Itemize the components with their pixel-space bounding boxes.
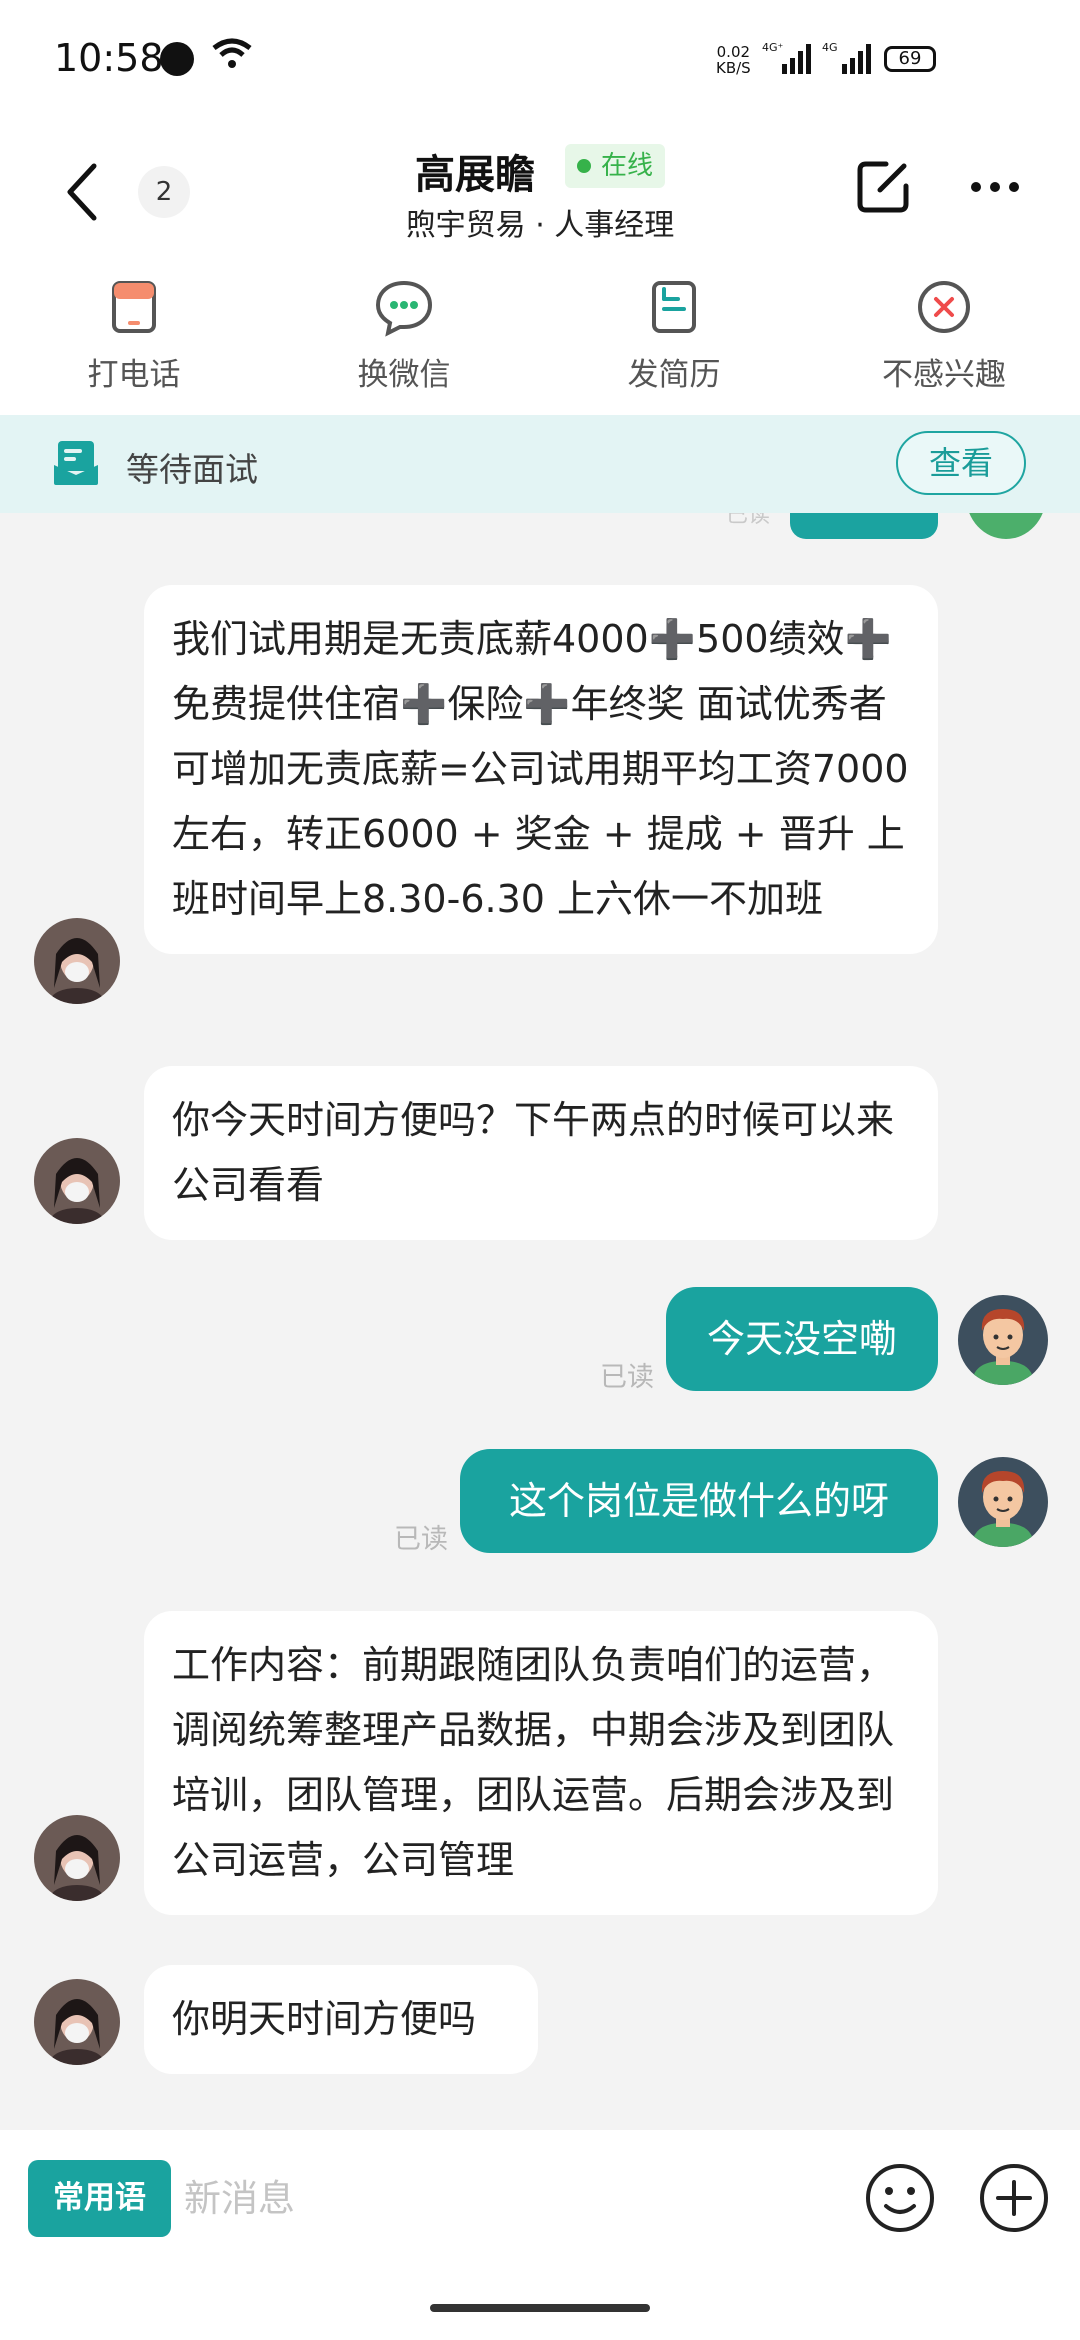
signal-sim1-icon: 4G⁺ xyxy=(762,41,811,74)
my-avatar-icon xyxy=(958,1295,1048,1385)
online-status-label: 在线 xyxy=(601,151,654,181)
recruiter-avatar[interactable] xyxy=(34,918,120,1004)
home-indicator[interactable] xyxy=(430,2304,650,2312)
network-speed: 0.02 KB/S xyxy=(716,44,751,76)
contact-name: 高展瞻 xyxy=(415,152,535,198)
sim2-label: 4G xyxy=(822,41,838,54)
call-action[interactable]: 打电话 xyxy=(34,277,234,407)
read-status: 已读 xyxy=(600,1362,654,1393)
my-avatar[interactable] xyxy=(958,1457,1048,1547)
recruiter-avatar-icon xyxy=(34,1138,120,1224)
action-bar: 打电话 换微信 发简历 不感兴趣 xyxy=(0,265,1080,415)
not-interested-label: 不感兴趣 xyxy=(882,357,1006,393)
my-avatar-icon xyxy=(958,1457,1048,1547)
my-avatar[interactable] xyxy=(958,1295,1048,1385)
resume-icon xyxy=(652,281,696,333)
wifi-icon xyxy=(212,38,252,68)
message-bubble-received[interactable]: 你明天时间方便吗 xyxy=(144,1965,538,2074)
battery-level: 69 xyxy=(898,48,922,69)
navigation-area xyxy=(0,2270,1080,2340)
online-status-badge: 在线 xyxy=(565,144,666,188)
interview-status-banner: 等待面试 查看 xyxy=(0,415,1080,513)
battery-icon: 69 xyxy=(884,46,936,72)
signal-sim2-icon: 4G xyxy=(822,41,871,74)
recruiter-avatar-icon xyxy=(34,918,120,1004)
message-bubble-sent[interactable]: 今天没空嘞 xyxy=(666,1287,938,1391)
not-interested-action[interactable]: 不感兴趣 xyxy=(844,277,1044,407)
message-bubble-received[interactable]: 你今天时间方便吗？下午两点的时候可以来公司看看 xyxy=(144,1066,938,1240)
wechat-icon xyxy=(375,280,433,337)
my-avatar-partial[interactable] xyxy=(966,513,1046,539)
message-bubble-received[interactable]: 我们试用期是无责底薪4000➕500绩效➕免费提供住宿➕保险➕年终奖 面试优秀者… xyxy=(144,585,938,954)
more-options-icon[interactable] xyxy=(970,180,1020,194)
edit-note-icon[interactable] xyxy=(856,158,912,214)
read-status: 已读 xyxy=(726,513,771,528)
common-phrases-button[interactable]: 常用语 xyxy=(28,2160,171,2237)
message-bubble-sent[interactable]: 这个岗位是做什么的呀 xyxy=(460,1449,938,1553)
recruiter-avatar-icon xyxy=(34,1979,120,2065)
read-status: 已读 xyxy=(394,1524,448,1555)
recruiter-avatar[interactable] xyxy=(34,1979,120,2065)
not-interested-icon xyxy=(918,281,970,333)
chat-header: 2 高展瞻 在线 煦宇贸易 · 人事经理 xyxy=(0,120,1080,265)
phone-icon xyxy=(112,281,156,333)
contact-company-title: 煦宇贸易 · 人事经理 xyxy=(405,208,675,243)
status-time: 10:58 xyxy=(54,36,164,80)
message-bubble-partial[interactable] xyxy=(790,513,938,539)
add-attachment-icon[interactable] xyxy=(978,2162,1050,2234)
online-dot-icon xyxy=(577,159,591,173)
interview-icon xyxy=(54,441,98,485)
message-input-bar: 常用语 xyxy=(0,2130,1080,2270)
recruiter-avatar[interactable] xyxy=(34,1138,120,1224)
notification-dot-icon xyxy=(160,42,194,76)
status-bar: 10:58 0.02 KB/S 4G⁺ 4G 69 xyxy=(0,0,1080,120)
send-resume-action[interactable]: 发简历 xyxy=(574,277,774,407)
recruiter-avatar[interactable] xyxy=(34,1815,120,1901)
chat-messages[interactable]: 已读 我们试用期是无责底薪4000➕500绩效➕免费提供住宿➕保险➕年终奖 面试… xyxy=(0,513,1080,2130)
recruiter-avatar-icon xyxy=(34,1815,120,1901)
message-input[interactable] xyxy=(184,2158,824,2238)
sim1-label: 4G⁺ xyxy=(762,41,784,54)
view-button[interactable]: 查看 xyxy=(896,431,1026,495)
wechat-label: 换微信 xyxy=(357,357,451,393)
message-bubble-received[interactable]: 工作内容：前期跟随团队负责咱们的运营，调阅统筹整理产品数据，中期会涉及到团队培训… xyxy=(144,1611,938,1915)
send-resume-label: 发简历 xyxy=(627,357,721,393)
interview-status-text: 等待面试 xyxy=(126,450,258,489)
call-label: 打电话 xyxy=(87,357,181,393)
speed-unit: KB/S xyxy=(716,59,751,77)
wechat-action[interactable]: 换微信 xyxy=(304,277,504,407)
speed-value: 0.02 xyxy=(716,43,751,61)
emoji-icon[interactable] xyxy=(864,2162,936,2234)
